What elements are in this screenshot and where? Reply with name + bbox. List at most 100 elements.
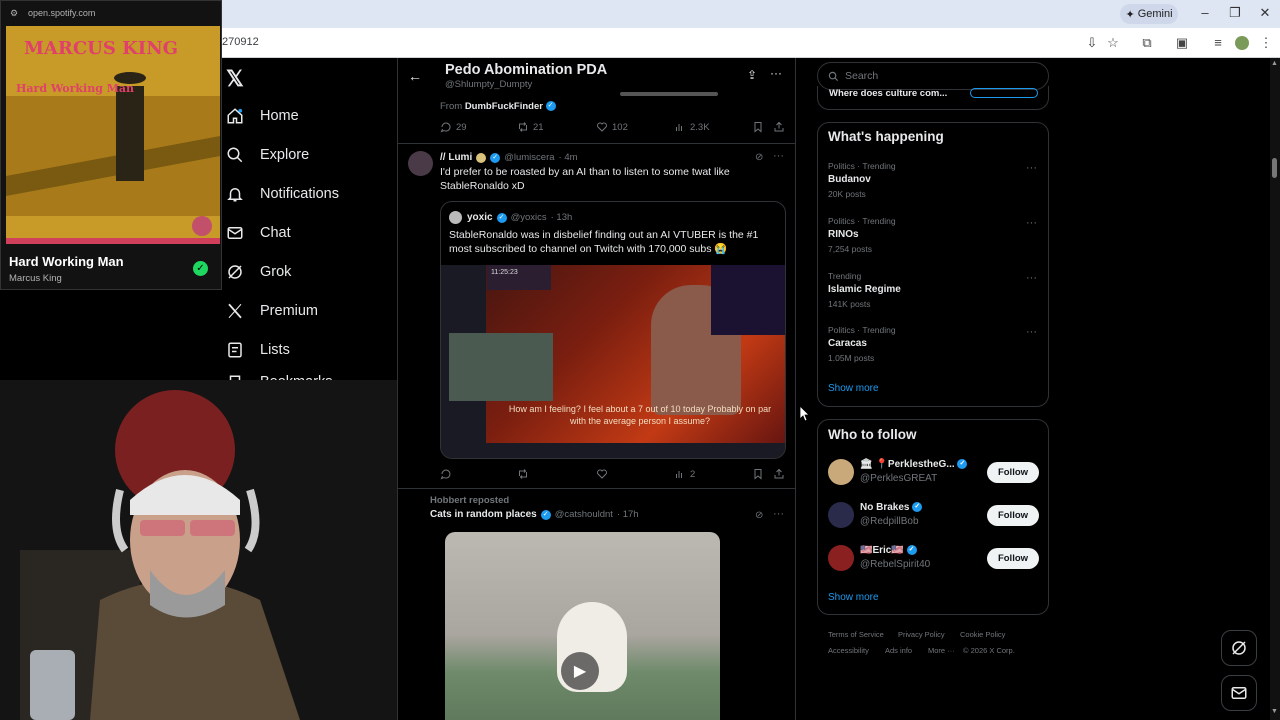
song-artist[interactable]: Marcus King	[9, 273, 62, 284]
author-handle[interactable]: @lumiscera	[504, 152, 554, 163]
nav-premium[interactable]: Premium	[226, 296, 318, 326]
gemini-button[interactable]: ✦ Gemini	[1120, 4, 1178, 24]
avatar[interactable]	[828, 502, 854, 528]
nav-home[interactable]: Home	[226, 101, 299, 131]
trend-name[interactable]: Islamic Regime	[828, 284, 901, 295]
settings-icon[interactable]: ⚙	[10, 8, 18, 19]
browser-menu-icon[interactable]: ⋮	[1258, 35, 1274, 51]
grok-fab-button[interactable]	[1221, 630, 1257, 666]
url-text[interactable]: 270912	[222, 36, 259, 48]
scroll-down-icon[interactable]: ▼	[1271, 708, 1278, 715]
grok-icon	[1232, 641, 1246, 655]
views-button[interactable]: 2.3K	[674, 121, 710, 133]
trend-category: Politics · Trending	[828, 325, 896, 335]
footer-link[interactable]: Cookie Policy	[960, 630, 1005, 639]
album-art[interactable]: MARCUS KING Hard Working Man	[6, 26, 220, 244]
quote-author-line: yoxic ✓ @yoxics · 13h	[467, 212, 573, 223]
tweet-time[interactable]: · 17h	[617, 509, 639, 520]
tweet-text: I'd prefer to be roasted by an AI than t…	[440, 166, 730, 192]
more-options-icon[interactable]: ···	[1026, 326, 1037, 338]
follow-name[interactable]: No Brakes ✓	[860, 502, 923, 513]
list-icon	[226, 341, 244, 359]
saved-check-icon[interactable]: ✓	[193, 261, 208, 276]
quote-media[interactable]: 11:25:23 How am I feeling? I feel about …	[441, 265, 785, 458]
close-icon[interactable]: ✕	[1258, 5, 1272, 21]
tweet-time[interactable]: · 4m	[559, 152, 578, 163]
footer-link[interactable]: Privacy Policy	[898, 630, 945, 639]
trend-name[interactable]: Budanov	[828, 174, 871, 185]
more-options-icon[interactable]: ···	[770, 66, 782, 80]
grok-explain-icon[interactable]: ⊘	[755, 510, 763, 521]
avatar[interactable]	[828, 459, 854, 485]
share-button[interactable]	[773, 468, 785, 480]
avatar[interactable]	[408, 151, 433, 176]
like-button[interactable]: 102	[596, 121, 628, 133]
x-logo-icon[interactable]: 𝕏	[226, 66, 244, 92]
repost-button[interactable]	[517, 468, 529, 480]
follow-name[interactable]: 🇺🇸Eric🇺🇸 ✓	[860, 545, 917, 556]
more-options-icon[interactable]: ···	[1026, 272, 1037, 284]
follow-button[interactable]: Follow	[987, 505, 1039, 526]
author-name[interactable]: Cats in random places	[430, 509, 537, 520]
bookmark-star-icon[interactable]: ☆	[1105, 35, 1121, 51]
trend-name[interactable]: Caracas	[828, 338, 867, 349]
repost-indicator[interactable]: Hobbert reposted	[430, 495, 509, 506]
share-icon[interactable]: ⇪	[747, 68, 757, 82]
reading-list-icon[interactable]: ≡	[1210, 35, 1226, 51]
maximize-icon[interactable]: ❐	[1228, 5, 1242, 21]
repost-button[interactable]: 21	[517, 121, 544, 133]
nav-notifications[interactable]: Notifications	[226, 179, 339, 209]
messages-fab-button[interactable]	[1221, 675, 1257, 711]
from-author[interactable]: DumbFuckFinder	[465, 101, 543, 112]
author-name[interactable]: // Lumi	[440, 152, 472, 163]
mouse-cursor-icon	[799, 405, 810, 426]
bookmark-button[interactable]	[752, 121, 764, 133]
twitch-chat-overlay	[711, 265, 785, 335]
song-title[interactable]: Hard Working Man	[9, 254, 124, 269]
avatar[interactable]	[828, 545, 854, 571]
more-options-icon[interactable]: ···	[773, 150, 784, 162]
grok-explain-icon[interactable]: ⊘	[755, 152, 763, 163]
quote-tweet[interactable]: yoxic ✓ @yoxics · 13h StableRonaldo was …	[440, 201, 786, 459]
share-button[interactable]	[773, 121, 785, 133]
bookmark-button[interactable]	[752, 468, 764, 480]
profile-avatar[interactable]	[1235, 36, 1249, 50]
footer-link[interactable]: Ads info	[885, 646, 912, 655]
footer-link[interactable]: More ···	[928, 646, 955, 655]
tab-search-icon[interactable]: ▣	[1174, 35, 1190, 51]
video-thumbnail[interactable]: ▶	[445, 532, 720, 720]
extensions-icon[interactable]: ⧉	[1139, 35, 1155, 51]
show-more-follows[interactable]: Show more	[828, 592, 879, 603]
more-options-icon[interactable]: ···	[773, 508, 784, 520]
back-arrow-icon[interactable]: ←	[408, 68, 422, 84]
previous-panel[interactable]: Where does culture com...	[817, 86, 1049, 110]
bell-icon	[226, 185, 244, 203]
footer-link[interactable]: Terms of Service	[828, 630, 884, 639]
nav-chat[interactable]: Chat	[226, 218, 291, 248]
nav-grok[interactable]: Grok	[226, 257, 291, 287]
views-button[interactable]: 2	[674, 468, 695, 480]
reply-button[interactable]: 29	[440, 121, 467, 133]
nav-explore[interactable]: Explore	[226, 140, 309, 170]
footer-link[interactable]: Accessibility	[828, 646, 869, 655]
play-icon[interactable]: ▶	[561, 652, 599, 690]
trend-name[interactable]: RINOs	[828, 229, 859, 240]
author-handle[interactable]: @catshouldnt	[555, 509, 613, 520]
minimize-icon[interactable]: –	[1198, 5, 1212, 20]
scrollbar-thumb[interactable]	[1272, 158, 1277, 178]
emoji-badge	[476, 152, 487, 163]
reply-button[interactable]	[440, 468, 452, 480]
show-more-trends[interactable]: Show more	[828, 383, 879, 394]
follow-button[interactable]: Follow	[987, 462, 1039, 483]
follow-button[interactable]: Follow	[987, 548, 1039, 569]
nav-lists[interactable]: Lists	[226, 335, 290, 365]
like-button[interactable]	[596, 468, 608, 480]
install-app-icon[interactable]: ⇩	[1084, 35, 1100, 51]
more-options-icon[interactable]: ···	[1026, 217, 1037, 229]
more-options-icon[interactable]: ···	[1026, 162, 1037, 174]
divider	[397, 488, 796, 489]
mail-icon	[226, 224, 244, 242]
page-handle: @Shlumpty_Dumpty	[445, 79, 533, 90]
follow-name[interactable]: 🏛 📍PerklestheG... ✓	[860, 459, 968, 470]
scroll-up-icon[interactable]: ▲	[1271, 60, 1278, 67]
